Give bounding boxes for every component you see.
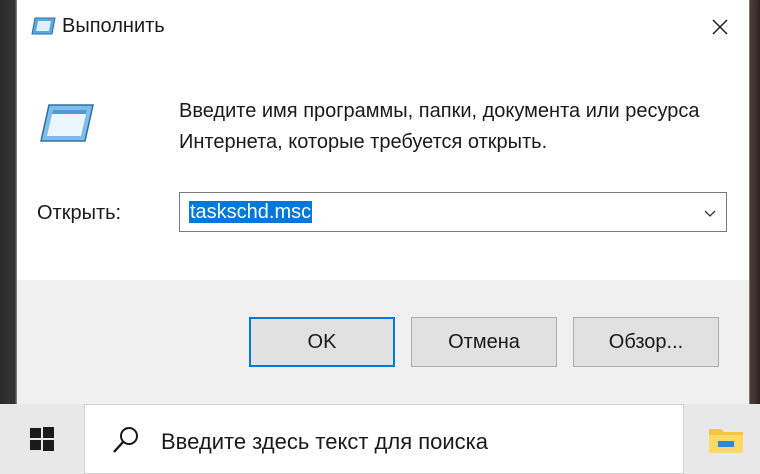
cancel-button[interactable]: Отмена [411,317,557,367]
search-placeholder: Введите здесь текст для поиска [161,429,489,454]
dialog-body: Введите имя программы, папки, документа … [17,54,749,280]
search-icon [111,425,141,455]
ok-button[interactable]: OK [249,317,395,367]
browse-button[interactable]: Обзор... [573,317,719,367]
run-dialog: Выполнить Введите имя программы, папки, … [16,0,750,404]
close-button[interactable] [703,10,737,44]
window-title: Выполнить [62,15,165,37]
file-explorer-icon [709,429,743,453]
run-program-icon [39,102,95,144]
file-explorer-button[interactable] [698,416,754,464]
run-icon [31,16,57,36]
open-combobox[interactable]: taskschd.msc [179,192,727,232]
taskbar-search-box[interactable]: Введите здесь текст для поиска [84,404,684,474]
dialog-description: Введите имя программы, папки, документа … [179,100,700,153]
taskbar: Введите здесь текст для поиска [0,404,760,474]
dialog-footer: OK Отмена Обзор... [17,280,749,404]
windows-logo-icon [30,427,54,451]
open-label: Открыть: [37,202,122,224]
start-button[interactable] [0,404,84,474]
close-icon [712,19,728,35]
chevron-down-icon[interactable] [702,205,718,221]
title-bar: Выполнить [17,0,749,54]
open-input-value[interactable]: taskschd.msc [189,201,313,223]
